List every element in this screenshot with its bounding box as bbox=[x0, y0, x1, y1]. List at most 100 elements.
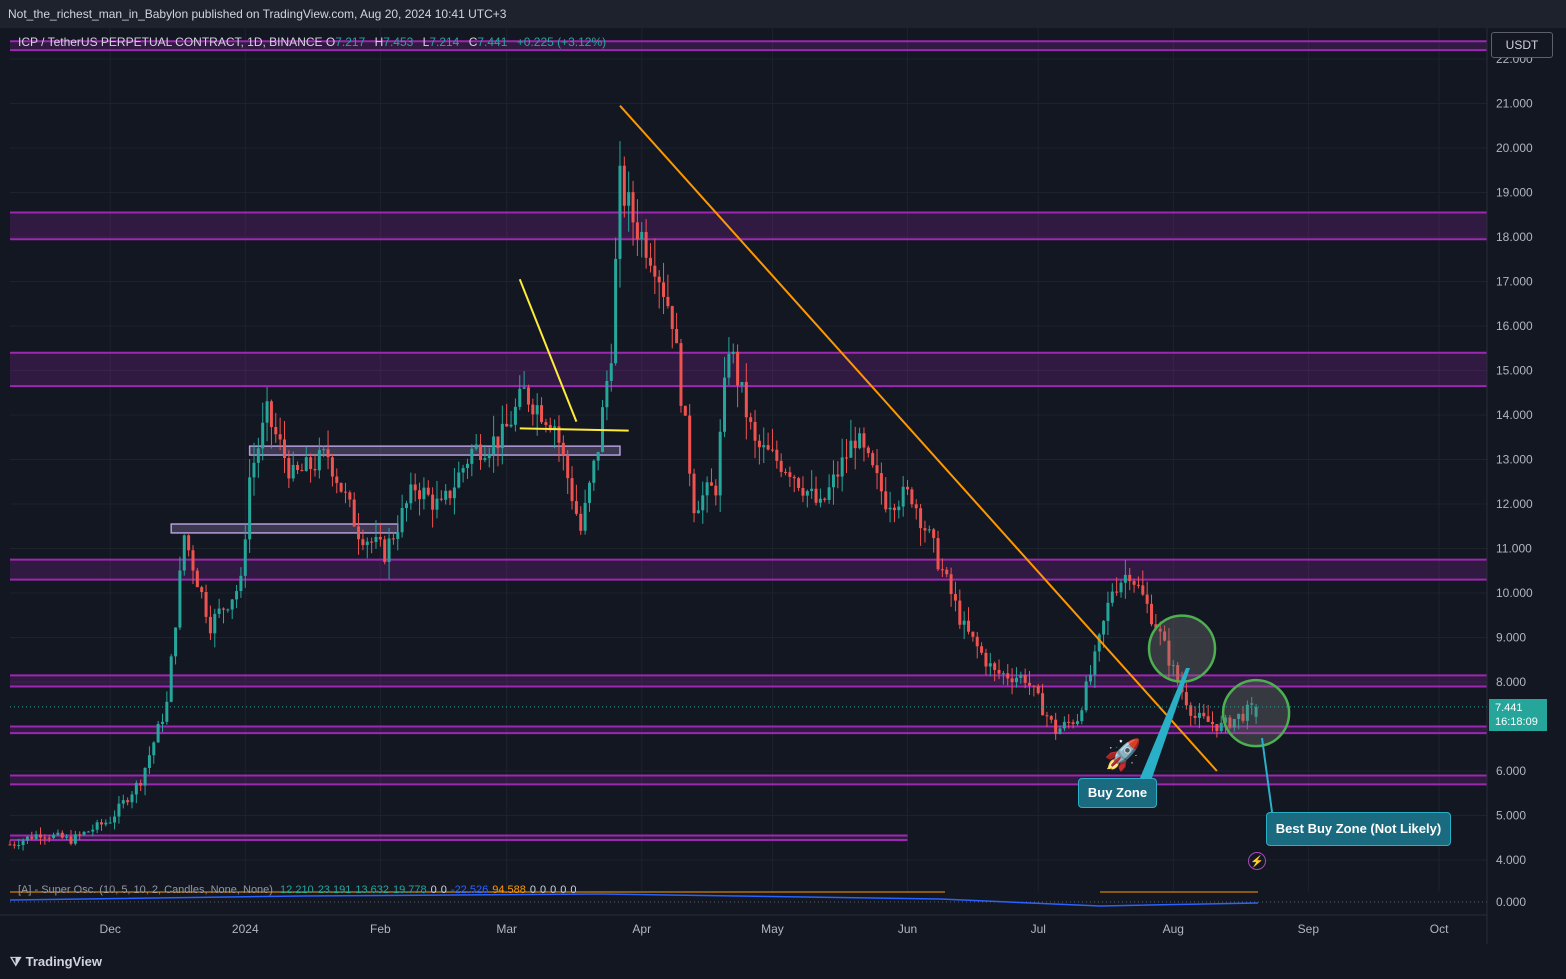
candle-body bbox=[675, 328, 679, 344]
candle-body bbox=[831, 474, 835, 488]
indicator-name[interactable]: [A] - Super Osc. (10, 5, 10, 2, Candles,… bbox=[18, 884, 273, 896]
candle-body bbox=[779, 460, 783, 472]
candle-body bbox=[78, 834, 82, 836]
x-tick-label: Dec bbox=[100, 922, 121, 936]
candle-body bbox=[683, 405, 687, 416]
candle-body bbox=[492, 436, 496, 454]
candle-body bbox=[648, 257, 652, 266]
candle-body bbox=[113, 816, 117, 823]
candle-body bbox=[561, 442, 565, 456]
y-tick-label: 5.000 bbox=[1496, 809, 1526, 823]
buy-zone-callout[interactable]: Buy Zone bbox=[1078, 778, 1157, 808]
candle-body bbox=[56, 832, 60, 835]
candle-body bbox=[38, 834, 42, 838]
candle-body bbox=[1102, 620, 1106, 635]
candle-body bbox=[1023, 674, 1027, 683]
candle-body bbox=[309, 457, 313, 470]
zone-circle bbox=[1221, 678, 1291, 748]
indicator-value: 0 bbox=[570, 884, 577, 896]
candle-body bbox=[235, 591, 239, 600]
candle-body bbox=[784, 471, 788, 473]
candle-body bbox=[304, 457, 308, 472]
candle-body bbox=[910, 489, 914, 505]
candle-body bbox=[505, 423, 509, 427]
candle-body bbox=[143, 768, 147, 786]
candle-body bbox=[178, 570, 182, 628]
candle-body bbox=[936, 538, 940, 570]
price-chart[interactable]: 22.00021.00020.00019.00018.00017.00016.0… bbox=[0, 28, 1566, 944]
symbol-legend: ICP / TetherUS PERPETUAL CONTRACT, 1D, B… bbox=[18, 35, 606, 49]
candle-body bbox=[858, 433, 862, 449]
bar-countdown: 16:18:09 bbox=[1495, 716, 1538, 728]
candle-body bbox=[1032, 685, 1036, 687]
footer bbox=[0, 944, 1566, 979]
candle-body bbox=[134, 782, 138, 795]
candle-body bbox=[670, 306, 674, 329]
candle-body bbox=[853, 440, 857, 449]
candle-body bbox=[736, 351, 740, 386]
candle-body bbox=[370, 541, 374, 543]
candle-body bbox=[126, 800, 130, 803]
candle-body bbox=[997, 669, 1001, 674]
candle-body bbox=[622, 165, 626, 206]
candle-body bbox=[452, 487, 456, 499]
candle-body bbox=[1067, 721, 1071, 723]
candle-body bbox=[239, 575, 243, 592]
candle-body bbox=[52, 834, 56, 839]
candle-body bbox=[962, 620, 966, 625]
indicator-values: 12.210 23.191 13.632 19.778 0 0 -22.526 94.588 0… bbox=[276, 884, 576, 896]
candle-body bbox=[174, 627, 178, 657]
candle-body bbox=[500, 423, 504, 449]
indicator-legend: [A] - Super Osc. (10, 5, 10, 2, Candles,… bbox=[18, 884, 577, 896]
candle-body bbox=[888, 507, 892, 510]
candle-body bbox=[99, 822, 103, 825]
publisher-text: Not_the_richest_man_in_Babylon published… bbox=[8, 7, 507, 21]
candle-body bbox=[1119, 582, 1123, 593]
close-value: 7.441 bbox=[477, 35, 508, 49]
rocket-icon[interactable]: 🚀 bbox=[1104, 738, 1141, 773]
zone-fill bbox=[10, 559, 1487, 580]
candle-body bbox=[65, 836, 69, 838]
candle-body bbox=[688, 415, 692, 474]
candle-body bbox=[483, 458, 487, 461]
candle-body bbox=[95, 822, 99, 830]
indicator-value: 0 bbox=[540, 884, 547, 896]
candle-body bbox=[426, 487, 430, 495]
brand-name: TradingView bbox=[25, 954, 102, 969]
candle-body bbox=[862, 433, 866, 448]
candle-body bbox=[709, 482, 713, 486]
candle-body bbox=[919, 508, 923, 529]
candle-body bbox=[1145, 594, 1149, 604]
candle-body bbox=[988, 663, 992, 667]
candle-body bbox=[788, 472, 792, 477]
candle-body bbox=[570, 478, 574, 502]
tradingview-logo[interactable]: ⧩ TradingView bbox=[10, 954, 102, 970]
x-tick-label: Jul bbox=[1031, 922, 1046, 936]
candle-body bbox=[217, 608, 221, 614]
candle-body bbox=[357, 526, 361, 540]
zone-fill bbox=[10, 775, 1487, 785]
x-tick-label: Oct bbox=[1430, 922, 1449, 936]
candle-body bbox=[971, 631, 975, 637]
symbol-name[interactable]: ICP / TetherUS PERPETUAL CONTRACT, 1D, B… bbox=[18, 35, 323, 49]
candle-body bbox=[1219, 722, 1223, 732]
candle-body bbox=[596, 451, 600, 461]
y-tick-label: 13.000 bbox=[1496, 453, 1533, 467]
best-buy-zone-callout[interactable]: Best Buy Zone (Not Likely) bbox=[1266, 812, 1451, 846]
candle-body bbox=[413, 484, 417, 491]
candle-body bbox=[34, 834, 38, 839]
candle-body bbox=[182, 535, 186, 571]
candle-body bbox=[69, 836, 73, 844]
candle-body bbox=[479, 444, 483, 461]
change-value: +0.225 (+3.12%) bbox=[516, 35, 607, 49]
flash-icon[interactable]: ⚡ bbox=[1248, 852, 1266, 870]
candle-body bbox=[1206, 716, 1210, 722]
candle-body bbox=[243, 539, 247, 576]
x-tick-label: Mar bbox=[496, 922, 517, 936]
y-tick-label: 16.000 bbox=[1496, 319, 1533, 333]
candle-body bbox=[574, 501, 578, 514]
candle-body bbox=[531, 404, 535, 415]
currency-button[interactable]: USDT bbox=[1491, 32, 1553, 58]
candle-body bbox=[666, 296, 670, 307]
candle-body bbox=[12, 844, 16, 846]
